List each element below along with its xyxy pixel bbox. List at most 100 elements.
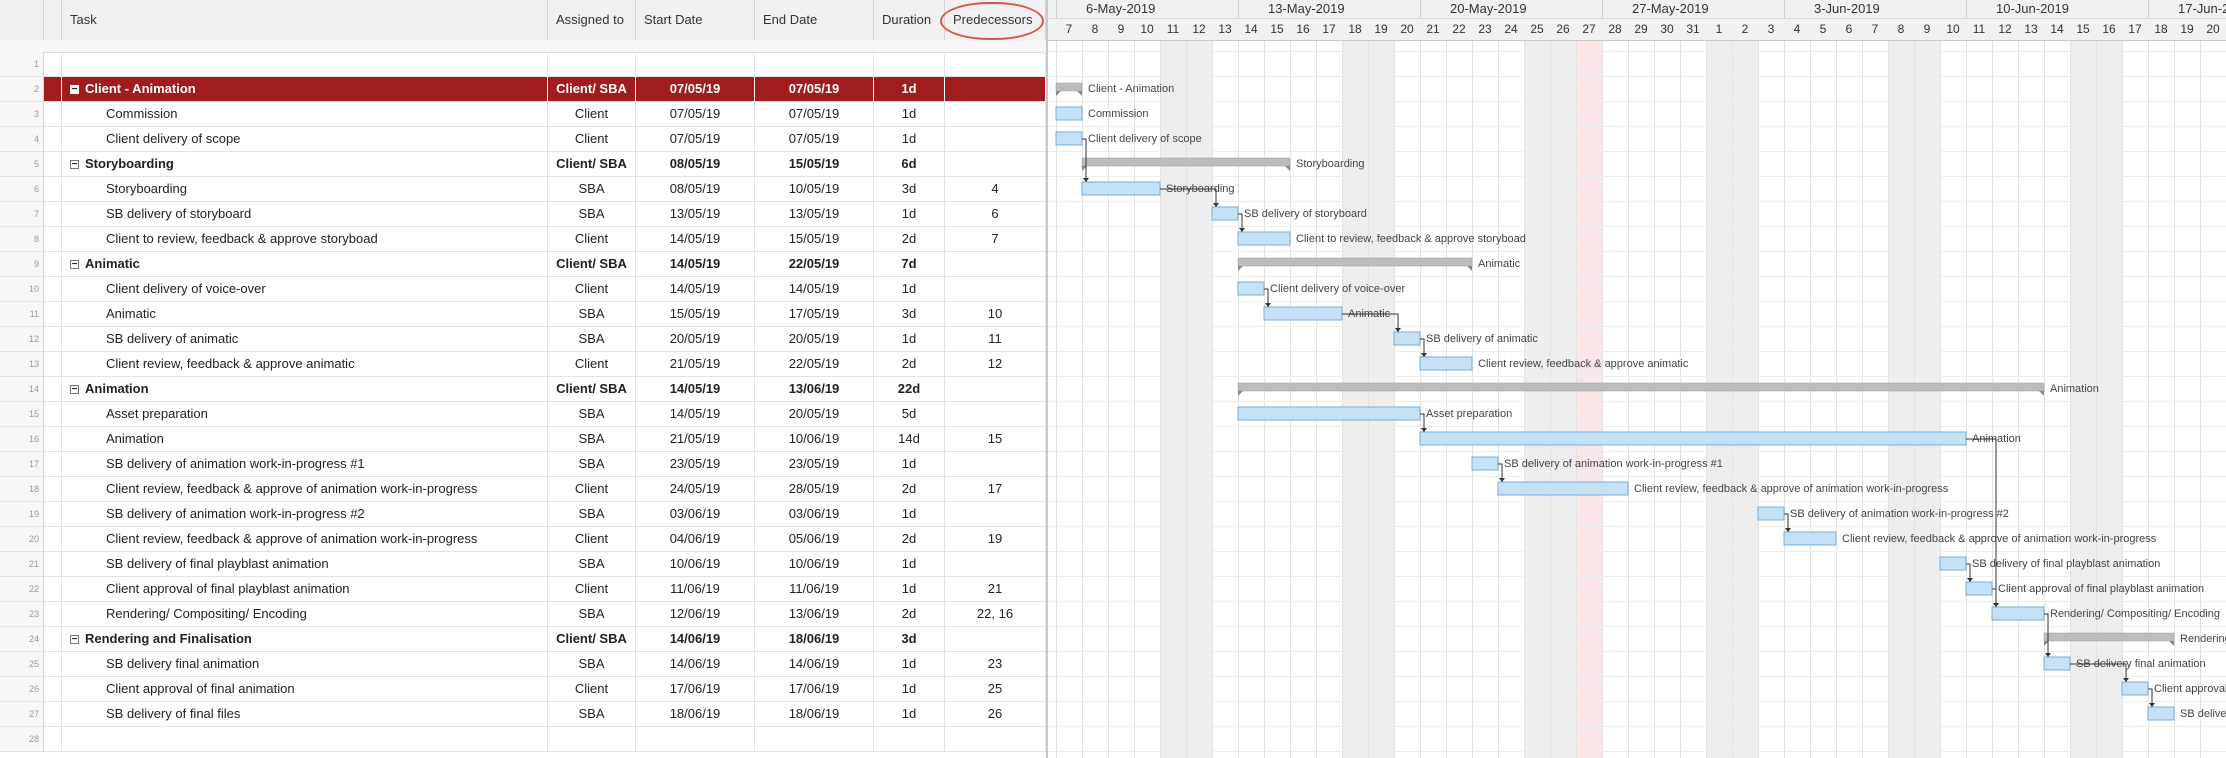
collapse-toggle-icon[interactable]: − [70,85,79,95]
assigned-cell[interactable]: SBA [548,402,636,426]
task-bar[interactable] [1237,406,1421,421]
predecessors-cell[interactable]: 15 [945,427,1046,451]
duration-cell[interactable]: 2d [874,527,945,551]
end-date-cell[interactable]: 07/05/19 [755,102,874,126]
predecessors-cell[interactable]: 7 [945,227,1046,251]
duration-cell[interactable]: 1d [874,102,945,126]
task-row[interactable]: 18 Client review, feedback & approve of a… [0,477,1046,502]
assigned-cell[interactable]: SBA [548,202,636,226]
end-date-cell[interactable]: 15/05/19 [755,152,874,176]
summary-bar[interactable] [1237,257,1473,267]
predecessors-cell[interactable] [945,52,1046,76]
end-date-cell[interactable]: 14/06/19 [755,652,874,676]
predecessors-cell[interactable]: 12 [945,352,1046,376]
predecessors-cell[interactable] [945,502,1046,526]
end-date-cell[interactable]: 14/05/19 [755,277,874,301]
predecessors-cell[interactable] [945,727,1046,751]
task-bar[interactable] [1237,231,1291,246]
summary-task-row[interactable]: 14− Animation Client/ SBA 14/05/19 13/06/19 2… [0,377,1046,402]
predecessors-cell[interactable]: 6 [945,202,1046,226]
task-bar[interactable] [1939,556,1967,571]
assigned-cell[interactable]: Client [548,677,636,701]
task-cell[interactable]: SB delivery of animatic [62,327,548,351]
start-date-cell[interactable]: 14/05/19 [636,252,755,276]
start-date-cell[interactable]: 04/06/19 [636,527,755,551]
task-bar[interactable] [1419,431,1967,446]
predecessors-cell[interactable] [945,102,1046,126]
task-bar[interactable] [1393,331,1421,346]
task-bar[interactable] [1965,581,1993,596]
summary-bar[interactable] [1081,157,1291,167]
start-date-cell[interactable]: 14/06/19 [636,627,755,651]
collapse-toggle-icon[interactable]: − [70,385,79,395]
end-date-cell[interactable]: 13/06/19 [755,602,874,626]
task-bar[interactable] [2147,706,2175,721]
end-date-cell[interactable]: 07/05/19 [755,127,874,151]
assigned-cell[interactable]: Client [548,527,636,551]
assigned-cell[interactable]: Client/ SBA [548,627,636,651]
predecessors-cell[interactable] [945,77,1046,101]
end-date-cell[interactable]: 17/05/19 [755,302,874,326]
task-row[interactable]: 8 Client to review, feedback & approve st… [0,227,1046,252]
duration-cell[interactable]: 3d [874,177,945,201]
assigned-cell[interactable]: Client [548,227,636,251]
predecessors-cell[interactable]: 25 [945,677,1046,701]
start-date-cell[interactable]: 10/06/19 [636,552,755,576]
duration-cell[interactable]: 1d [874,127,945,151]
start-date-cell[interactable]: 20/05/19 [636,327,755,351]
predecessors-cell[interactable] [945,627,1046,651]
assigned-cell[interactable]: SBA [548,427,636,451]
predecessors-cell[interactable]: 21 [945,577,1046,601]
predecessors-cell[interactable] [945,277,1046,301]
duration-cell[interactable]: 1d [874,202,945,226]
end-date-cell[interactable]: 03/06/19 [755,502,874,526]
summary-task-row[interactable]: 9− Animatic Client/ SBA 14/05/19 22/05/19 7d [0,252,1046,277]
start-date-cell[interactable]: 07/05/19 [636,127,755,151]
start-date-cell[interactable]: 12/06/19 [636,602,755,626]
predecessors-cell[interactable]: 4 [945,177,1046,201]
summary-bar[interactable] [2043,632,2175,642]
end-date-cell[interactable]: 20/05/19 [755,327,874,351]
task-bar[interactable] [1783,531,1837,546]
predecessors-cell[interactable]: 10 [945,302,1046,326]
assigned-cell[interactable]: Client/ SBA [548,252,636,276]
task-bar[interactable] [1263,306,1343,321]
task-row[interactable]: 13 Client review, feedback & approve anim… [0,352,1046,377]
task-cell[interactable]: − Storyboarding [62,152,548,176]
task-row[interactable]: 21 SB delivery of final playblast animati… [0,552,1046,577]
predecessors-cell[interactable]: 22, 16 [945,602,1046,626]
predecessors-cell[interactable] [945,377,1046,401]
assigned-cell[interactable]: SBA [548,327,636,351]
summary-task-row[interactable]: 2− Client - Animation Client/ SBA 07/05/19 0… [0,77,1046,102]
task-cell[interactable]: − Animation [62,377,548,401]
duration-cell[interactable]: 1d [874,452,945,476]
duration-cell[interactable]: 3d [874,627,945,651]
start-date-cell[interactable]: 14/05/19 [636,277,755,301]
task-row[interactable]: 1 [0,52,1046,77]
assigned-cell[interactable]: Client [548,277,636,301]
assigned-cell[interactable]: SBA [548,177,636,201]
task-cell[interactable]: Storyboarding [62,177,548,201]
task-bar[interactable] [1497,481,1629,496]
assigned-cell[interactable]: SBA [548,702,636,726]
task-row[interactable]: 20 Client review, feedback & approve of a… [0,527,1046,552]
assigned-cell[interactable] [548,727,636,751]
end-date-cell[interactable] [755,52,874,76]
end-date-cell[interactable]: 15/05/19 [755,227,874,251]
summary-task-row[interactable]: 5− Storyboarding Client/ SBA 08/05/19 15/05/… [0,152,1046,177]
start-date-cell[interactable]: 21/05/19 [636,427,755,451]
predecessors-cell[interactable]: 26 [945,702,1046,726]
end-date-cell[interactable]: 18/06/19 [755,702,874,726]
task-row[interactable]: 17 SB delivery of animation work-in-progr… [0,452,1046,477]
start-date-cell[interactable]: 07/05/19 [636,102,755,126]
end-date-cell[interactable]: 10/06/19 [755,552,874,576]
end-date-cell[interactable]: 18/06/19 [755,627,874,651]
task-bar[interactable] [1991,606,2045,621]
predecessors-cell[interactable]: 17 [945,477,1046,501]
start-date-cell[interactable]: 08/05/19 [636,177,755,201]
task-cell[interactable]: Animatic [62,302,548,326]
task-row[interactable]: 25 SB delivery final animation SBA 14/06/19… [0,652,1046,677]
start-date-cell[interactable] [636,52,755,76]
end-date-cell[interactable] [755,727,874,751]
summary-bar[interactable] [1055,82,1083,92]
